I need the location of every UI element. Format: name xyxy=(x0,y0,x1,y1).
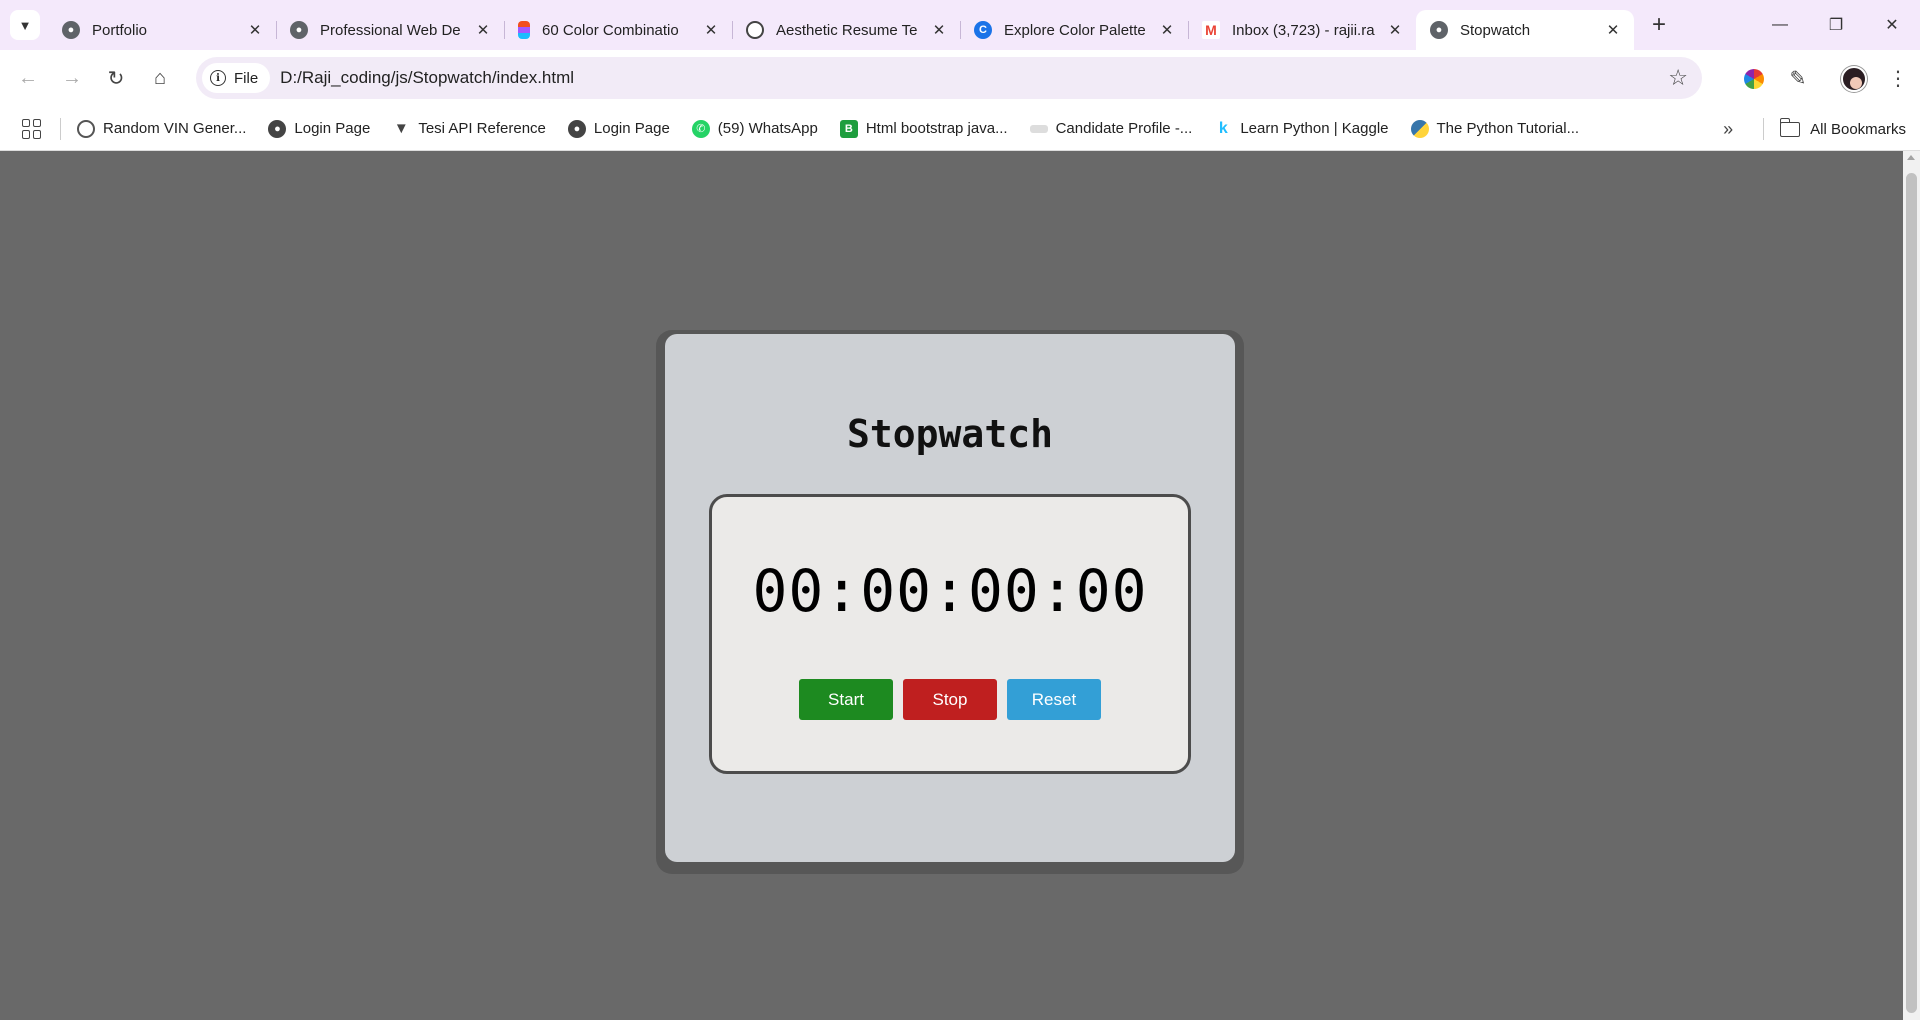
close-icon[interactable]: ✕ xyxy=(246,21,264,39)
whatsapp-icon: ✆ xyxy=(691,119,710,138)
close-icon[interactable]: ✕ xyxy=(930,21,948,39)
close-window-icon[interactable]: ✕ xyxy=(1864,0,1920,50)
bookmark-item[interactable]: ● Login Page xyxy=(567,119,670,138)
home-icon[interactable]: ⌂ xyxy=(144,63,176,95)
bookmark-label: Login Page xyxy=(294,120,371,137)
folder-icon xyxy=(1779,117,1801,137)
stopwatch-display-box: 00:00:00:00 Start Stop Reset xyxy=(709,494,1191,774)
extensions-icon[interactable]: ✎ xyxy=(1776,59,1820,99)
close-icon[interactable]: ✕ xyxy=(474,21,492,39)
bookmark-label: Learn Python | Kaggle xyxy=(1240,120,1389,137)
tab-inbox[interactable]: M Inbox (3,723) - rajii.ra ✕ xyxy=(1188,10,1416,50)
canva-icon: C xyxy=(974,21,992,39)
tesi-icon: ▼ xyxy=(393,120,409,137)
scroll-thumb[interactable] xyxy=(1906,173,1917,1013)
python-icon xyxy=(1410,119,1429,138)
url-text[interactable]: D:/Raji_coding/js/Stopwatch/index.html xyxy=(280,68,574,88)
loader-icon xyxy=(77,119,95,138)
back-icon[interactable]: ← xyxy=(12,63,44,95)
bookmark-item[interactable]: ▼ Tesi API Reference xyxy=(392,120,546,138)
tab-title: Portfolio xyxy=(92,21,148,39)
all-bookmarks-button[interactable]: All Bookmarks xyxy=(1810,121,1906,138)
bookmark-item[interactable]: The Python Tutorial... xyxy=(1410,119,1580,138)
tab-portfolio[interactable]: ● Portfolio ✕ xyxy=(48,10,276,50)
info-icon: i xyxy=(210,70,226,86)
bookmark-label: Login Page xyxy=(593,120,670,137)
stopwatch-panel: Stopwatch 00:00:00:00 Start Stop Reset xyxy=(665,334,1235,862)
apps-grid-icon[interactable] xyxy=(22,118,42,139)
tab-stopwatch[interactable]: ● Stopwatch ✕ xyxy=(1416,10,1634,50)
color-picker-extension-icon[interactable] xyxy=(1732,59,1776,99)
reset-button[interactable]: Reset xyxy=(1007,679,1101,720)
bookmark-label: Html bootstrap java... xyxy=(865,120,1008,137)
bootstrap-icon: B xyxy=(839,119,858,138)
stop-button[interactable]: Stop xyxy=(903,679,997,720)
close-icon[interactable]: ✕ xyxy=(1604,21,1622,39)
minimize-icon[interactable]: — xyxy=(1752,0,1808,50)
toolbar-actions: ✎ ⋮ xyxy=(1732,50,1920,107)
bookmarks-bar: Random VIN Gener... ● Login Page ▼ Tesi … xyxy=(0,107,1920,151)
globe-icon: ● xyxy=(1430,21,1448,39)
tab-aesthetic-resume[interactable]: Aesthetic Resume Te ✕ xyxy=(732,10,960,50)
start-button[interactable]: Start xyxy=(799,679,893,720)
tab-title: Aesthetic Resume Te xyxy=(776,21,918,39)
more-menu-icon[interactable]: ⋮ xyxy=(1876,59,1920,99)
tab-color-combinations[interactable]: 60 Color Combinatio ✕ xyxy=(504,10,732,50)
bookmark-item[interactable]: B Html bootstrap java... xyxy=(839,119,1008,138)
close-icon[interactable]: ✕ xyxy=(702,21,720,39)
figma-icon xyxy=(518,21,530,39)
tab-explore-palette[interactable]: C Explore Color Palette ✕ xyxy=(960,10,1188,50)
bookmark-label: Random VIN Gener... xyxy=(103,120,247,137)
globe-icon: ● xyxy=(268,119,287,138)
bookmark-label: Tesi API Reference xyxy=(418,120,546,137)
profile-icon xyxy=(1029,124,1048,133)
time-display: 00:00:00:00 xyxy=(752,557,1148,625)
bookmark-item[interactable]: ✆ (59) WhatsApp xyxy=(691,119,818,138)
reload-icon[interactable]: ↻ xyxy=(100,63,132,95)
tab-search-button[interactable]: ▼ xyxy=(10,10,40,40)
bookmark-star-icon[interactable]: ☆ xyxy=(1668,65,1688,91)
stopwatch-card: Stopwatch 00:00:00:00 Start Stop Reset xyxy=(656,330,1244,874)
site-info-chip[interactable]: i File xyxy=(202,63,271,93)
scroll-up-arrow-icon[interactable] xyxy=(1907,155,1915,160)
forward-icon[interactable]: → xyxy=(56,63,88,95)
tab-professional-web[interactable]: ● Professional Web De ✕ xyxy=(276,10,504,50)
chevron-down-icon: ▼ xyxy=(18,17,32,33)
address-bar[interactable]: i File D:/Raji_coding/js/Stopwatch/index… xyxy=(196,57,1702,99)
tab-title: Stopwatch xyxy=(1460,21,1531,39)
page-viewport: Stopwatch 00:00:00:00 Start Stop Reset xyxy=(0,151,1920,1020)
bookmark-item[interactable]: k Learn Python | Kaggle xyxy=(1214,119,1389,138)
bookmark-label: Candidate Profile -... xyxy=(1055,120,1193,137)
window-controls: — ❐ ✕ xyxy=(1752,0,1920,50)
tab-strip: ▼ ● Portfolio ✕ ● Professional Web De ✕ … xyxy=(0,0,1920,50)
gmail-icon: M xyxy=(1202,21,1220,39)
bookmarks-right: » All Bookmarks xyxy=(1723,107,1920,151)
tab-title: 60 Color Combinatio xyxy=(542,21,679,39)
new-tab-button[interactable]: + xyxy=(1644,10,1674,40)
bookmark-item[interactable]: Random VIN Gener... xyxy=(77,119,247,138)
profile-avatar[interactable] xyxy=(1832,59,1876,99)
tab-title: Professional Web De xyxy=(320,21,461,39)
bookmark-item[interactable]: Candidate Profile -... xyxy=(1029,120,1193,137)
bookmark-label: (59) WhatsApp xyxy=(717,120,818,137)
globe-icon: ● xyxy=(290,21,308,39)
bookmark-label: The Python Tutorial... xyxy=(1436,120,1580,137)
close-icon[interactable]: ✕ xyxy=(1158,21,1176,39)
close-icon[interactable]: ✕ xyxy=(1386,21,1404,39)
site-info-label: File xyxy=(234,69,259,87)
globe-icon: ● xyxy=(567,119,586,138)
restore-icon[interactable]: ❐ xyxy=(1808,0,1864,50)
control-buttons: Start Stop Reset xyxy=(712,679,1188,720)
openai-icon xyxy=(746,21,764,39)
browser-toolbar: ← → ↻ ⌂ i File D:/Raji_coding/js/Stopwat… xyxy=(0,50,1920,107)
kaggle-icon: k xyxy=(1218,119,1228,137)
vertical-scrollbar[interactable] xyxy=(1903,151,1920,1020)
tab-title: Inbox (3,723) - rajii.ra xyxy=(1232,21,1375,39)
chevron-double-right-icon[interactable]: » xyxy=(1723,119,1733,140)
bookmark-item[interactable]: ● Login Page xyxy=(268,119,371,138)
page-title: Stopwatch xyxy=(847,412,1053,456)
tab-list: ● Portfolio ✕ ● Professional Web De ✕ 60… xyxy=(48,0,1634,50)
globe-icon: ● xyxy=(62,21,80,39)
tab-title: Explore Color Palette xyxy=(1004,21,1146,39)
